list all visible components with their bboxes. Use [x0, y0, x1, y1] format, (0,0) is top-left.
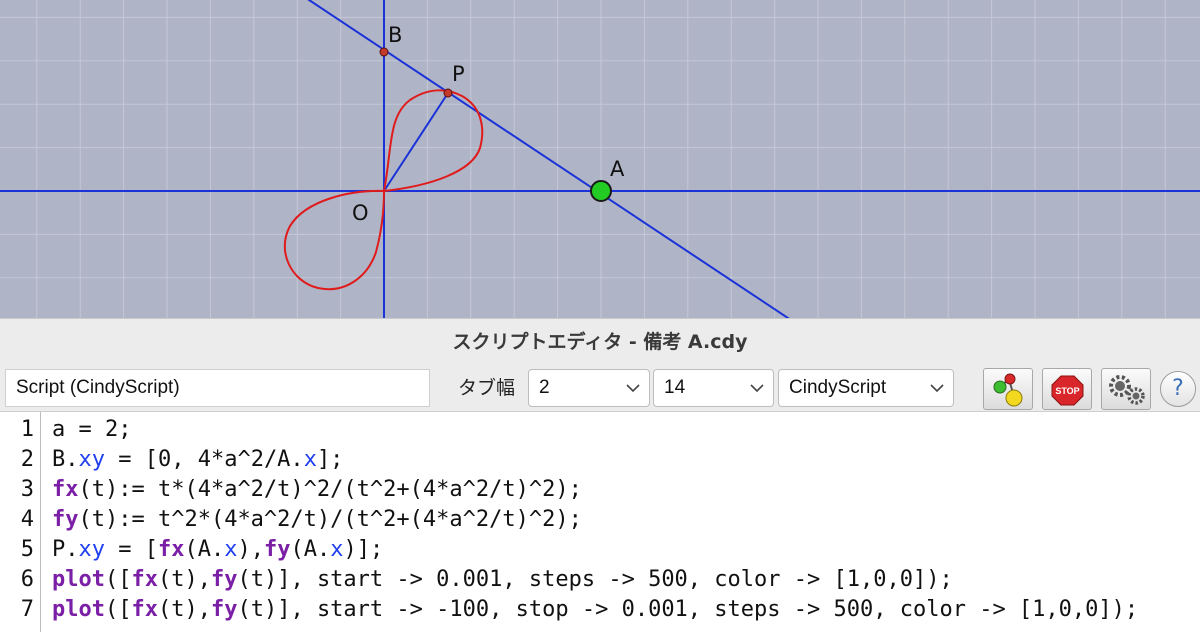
code-token: fy: [52, 507, 79, 532]
point-B[interactable]: [379, 47, 389, 57]
run-script-button[interactable]: [983, 368, 1033, 410]
code-token: (t)], start -> 0.001, steps -> 500, colo…: [237, 567, 953, 592]
code-token: (A.: [290, 537, 331, 562]
code-token: = [0, 4*a^2/A.: [105, 447, 304, 472]
line-number: 5: [20, 537, 34, 562]
segment-OP[interactable]: [383, 92, 449, 192]
code-token: ([: [104, 597, 132, 622]
code-token: fx: [157, 537, 185, 562]
line-AB[interactable]: [294, 0, 806, 318]
line-number: 3: [20, 477, 34, 502]
help-label: ?: [1172, 376, 1184, 401]
language-value: CindyScript: [789, 377, 887, 398]
label-P: P: [452, 62, 465, 86]
chevron-down-icon: [929, 370, 945, 406]
tab-width-label: タブ幅: [458, 377, 516, 399]
curve-lower-loop: [283, 189, 386, 291]
code-line: plot([fx(t),fy(t)], start -> 0.001, step…: [52, 565, 953, 595]
code-token: fx: [131, 597, 158, 622]
code-token: (A.: [184, 537, 225, 562]
stop-sign-icon: STOP: [1051, 375, 1084, 406]
point-A[interactable]: [590, 180, 612, 202]
code-token: fy: [210, 567, 238, 592]
font-size-value: 14: [664, 377, 686, 398]
code-token: (t)], start -> -100, stop -> 0.001, step…: [237, 597, 1139, 622]
code-line: a = 2;: [52, 415, 131, 445]
gears-icon: [1109, 375, 1145, 405]
code-line: plot([fx(t),fy(t)], start -> -100, stop …: [52, 595, 1138, 625]
code-token: fx: [131, 567, 158, 592]
editor-toolbar: Script (CindyScript) タブ幅 2 14 CindyScrip…: [0, 365, 1200, 411]
code-token: )];: [343, 537, 384, 562]
font-size-select[interactable]: 14: [653, 369, 774, 407]
chevron-down-icon: [625, 370, 641, 406]
geometry-canvas[interactable]: B P A O: [0, 0, 1200, 318]
code-token: ];: [316, 447, 344, 472]
code-token: plot: [52, 567, 105, 592]
tab-width-value: 2: [539, 377, 550, 398]
code-token: (t),: [157, 597, 211, 622]
script-editor-window: スクリプトエディタ - 備考 A.cdy Script (CindyScript…: [0, 318, 1200, 632]
line-number: 6: [20, 567, 34, 592]
code-line: fx(t):= t*(4*a^2/t)^2/(t^2+(4*a^2/t)^2);: [52, 475, 582, 505]
line-number: 2: [20, 447, 34, 472]
code-token: (t),: [157, 567, 211, 592]
code-token: x: [303, 447, 317, 472]
line-number: 1: [20, 417, 34, 442]
code-editor[interactable]: 1234567 a = 2; B.xy = [0, 4*a^2/A.x]; fx(t…: [0, 411, 1200, 632]
help-button[interactable]: ?: [1160, 371, 1196, 407]
code-line: fy(t):= t^2*(4*a^2/t)/(t^2+(4*a^2/t)^2);: [52, 505, 582, 535]
code-token: = [: [105, 537, 158, 562]
code-line: P.xy = [fx(A.x),fy(A.x)];: [52, 535, 383, 565]
code-line: B.xy = [0, 4*a^2/A.x];: [52, 445, 343, 475]
label-B: B: [388, 23, 402, 47]
code-token: x: [224, 537, 238, 562]
script-name-field[interactable]: Script (CindyScript): [5, 369, 430, 407]
code-token: (t):= t*(4*a^2/t)^2/(t^2+(4*a^2/t)^2);: [78, 477, 582, 502]
code-token: xy: [78, 537, 106, 562]
code-token: plot: [52, 597, 105, 622]
code-token: B.: [52, 447, 79, 472]
construction-drawing[interactable]: B P A O: [0, 0, 1200, 318]
settings-button[interactable]: [1101, 368, 1151, 410]
grid: [0, 0, 1200, 318]
line-number: 4: [20, 507, 34, 532]
code-token: P.: [52, 537, 79, 562]
code-token: fy: [263, 537, 291, 562]
stop-button[interactable]: STOP: [1042, 368, 1092, 410]
label-O: O: [352, 201, 369, 225]
code-token: xy: [78, 447, 106, 472]
label-A: A: [610, 157, 625, 181]
run-script-icon: [993, 373, 1023, 407]
code-token: fx: [52, 477, 79, 502]
chevron-down-icon: [749, 370, 765, 406]
code-token: x: [330, 537, 344, 562]
code-token: (t):= t^2*(4*a^2/t)/(t^2+(4*a^2/t)^2);: [78, 507, 582, 532]
tab-width-select[interactable]: 2: [528, 369, 650, 407]
point-P[interactable]: [443, 88, 453, 98]
line-number-gutter: 1 2 3 4 5 6 7: [0, 412, 41, 632]
language-select[interactable]: CindyScript: [778, 369, 954, 407]
code-token: a = 2;: [52, 417, 132, 442]
code-token: ),: [237, 537, 264, 562]
code-token: ([: [104, 567, 132, 592]
code-token: fy: [210, 597, 238, 622]
stop-label: STOP: [1055, 386, 1079, 396]
window-title: スクリプトエディタ - 備考 A.cdy: [452, 331, 748, 353]
line-number: 7: [20, 597, 34, 622]
